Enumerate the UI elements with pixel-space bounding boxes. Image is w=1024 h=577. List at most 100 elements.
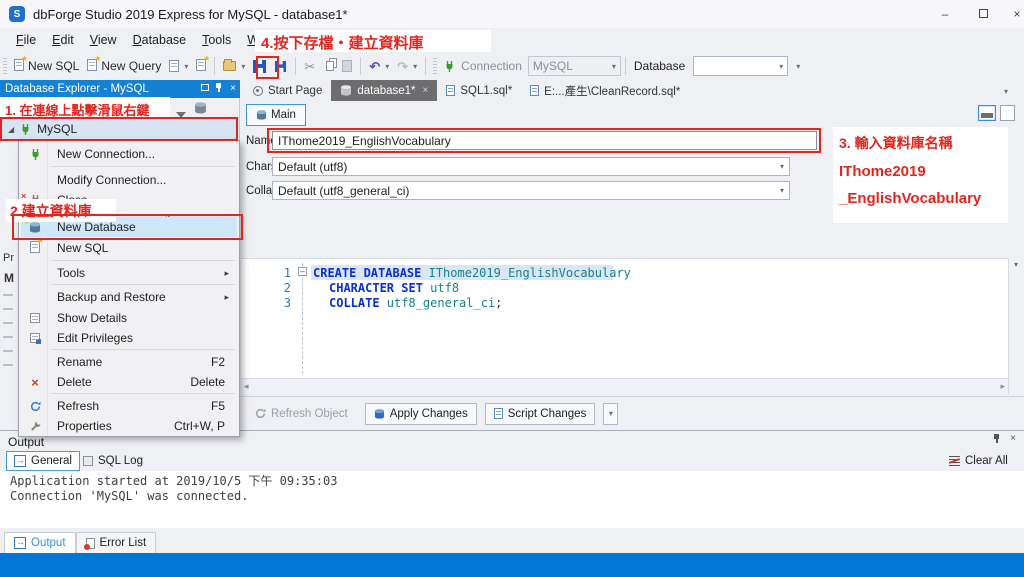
menu-file[interactable]: File [8, 30, 44, 50]
menu-item-delete[interactable]: × Delete Delete [21, 372, 237, 392]
menu-item-tools[interactable]: Tools ▸ [21, 263, 237, 283]
output-log[interactable]: Application started at 2019/10/5 下午 09:3… [0, 471, 1024, 528]
redo-icon: ↷ [397, 58, 409, 74]
scroll-left-icon[interactable]: ◂ [244, 381, 249, 392]
output-tab-sql-log[interactable]: SQL Log [76, 451, 150, 471]
sql-editor[interactable]: 1 2 3 – CREATE DATABASE IThome2019_Engli… [241, 258, 1008, 378]
vertical-scrollbar[interactable]: ▾ [1008, 258, 1024, 394]
explorer-pin-button[interactable] [212, 83, 226, 95]
menu-view[interactable]: View [82, 30, 125, 50]
annotation-step3-line2: IThome2019 [839, 163, 926, 180]
cut-button[interactable]: ✂ [300, 54, 319, 78]
tree-node-mysql[interactable]: ◢ MySQL [0, 119, 238, 139]
new-file-button[interactable]: ★ [192, 54, 210, 78]
menu-edit[interactable]: Edit [44, 30, 82, 50]
tab-sql1[interactable]: SQL1.sql* [437, 80, 521, 101]
save-all-button[interactable] [270, 54, 291, 78]
paste-button[interactable] [338, 54, 356, 78]
copy-button[interactable] [319, 54, 338, 78]
tab-close-icon[interactable]: × [423, 85, 429, 96]
connection-select[interactable]: MySQL ▾ [527, 56, 621, 76]
clear-all-button[interactable]: Clear All [942, 451, 1015, 471]
new-document-button[interactable]: ▾ [165, 54, 192, 78]
menu-item-backup-restore[interactable]: Backup and Restore ▸ [21, 287, 237, 307]
menu-item-modify-connection[interactable]: Modify Connection... [21, 170, 237, 190]
apply-changes-button[interactable]: Apply Changes [364, 402, 477, 425]
chevron-down-icon[interactable]: ▾ [184, 62, 188, 71]
toolbar-grip[interactable] [3, 58, 7, 74]
menu-item-new-sql[interactable]: ★ New SQL [21, 236, 237, 258]
explorer-title: Database Explorer - MySQL [5, 83, 149, 95]
tab-start-page[interactable]: Start Page [244, 80, 331, 101]
explorer-restore-button[interactable] [198, 83, 212, 94]
menu-separator [51, 349, 235, 350]
chevron-down-icon[interactable]: ▾ [413, 62, 417, 71]
menu-item-new-connection[interactable]: New Connection... [21, 144, 237, 164]
script-changes-dropdown[interactable]: ▾ [603, 402, 619, 425]
explorer-refresh-button[interactable] [194, 102, 207, 114]
save-button[interactable] [249, 54, 270, 78]
minimize-button[interactable]: – [930, 4, 960, 24]
chevron-down-icon: ▾ [779, 162, 784, 171]
menu-item-edit-privileges[interactable]: Edit Privileges [21, 328, 237, 348]
chevron-down-icon[interactable]: ▾ [385, 62, 389, 71]
maximize-button[interactable] [968, 4, 998, 24]
bottom-tab-output[interactable]: Output [4, 532, 76, 553]
charset-select[interactable]: Default (utf8) ▾ [272, 157, 790, 176]
connection-icon-wrap [440, 54, 459, 78]
menu-item-refresh[interactable]: Refresh F5 [21, 396, 237, 416]
output-pin-button[interactable] [990, 434, 1004, 446]
hidden-panel-fragment: Pr [3, 252, 14, 264]
tab-overflow-icon[interactable]: ▾ [1004, 87, 1008, 96]
explorer-close-button[interactable]: × [226, 83, 240, 94]
output-close-button[interactable]: × [1006, 433, 1020, 444]
tree-expand-icon[interactable]: ◢ [8, 125, 14, 134]
name-input[interactable]: IThome2019_EnglishVocabulary [272, 131, 817, 150]
main-view-tab[interactable]: Main [246, 104, 306, 126]
new-sql-button[interactable]: ★ New SQL [10, 54, 83, 78]
single-view-button[interactable] [1000, 105, 1015, 121]
toolbar-grip[interactable] [433, 58, 438, 74]
redo-button[interactable]: ↷ ▾ [393, 54, 421, 78]
start-page-icon [253, 85, 263, 96]
output-tab-general[interactable]: General [6, 451, 80, 471]
close-button[interactable]: × [1002, 4, 1024, 24]
menu-item-properties[interactable]: Properties Ctrl+W, P [21, 416, 237, 436]
chevron-down-icon[interactable]: ▾ [241, 62, 245, 71]
database-icon [256, 110, 267, 120]
shortcut-label: Ctrl+W, P [173, 419, 225, 433]
menu-item-rename[interactable]: Rename F2 [21, 352, 237, 372]
context-menu: New Connection... Modify Connection... ×… [18, 140, 240, 437]
menu-database[interactable]: Database [125, 30, 195, 50]
properties-wrench-icon [30, 420, 40, 430]
app-icon: S [9, 6, 25, 22]
split-view-button[interactable] [978, 105, 996, 121]
fold-collapse-icon[interactable]: – [298, 267, 307, 276]
horizontal-scrollbar[interactable]: ◂ ▸ [241, 378, 1008, 394]
refresh-object-button[interactable]: Refresh Object [246, 403, 357, 425]
database-icon [341, 85, 352, 96]
collation-select[interactable]: Default (utf8_general_ci) ▾ [272, 181, 790, 200]
toolbar-overflow-icon[interactable]: ▾ [796, 62, 800, 71]
connection-label: Connection [461, 59, 522, 73]
open-folder-icon [223, 59, 237, 71]
save-icon [253, 59, 267, 73]
bottom-tab-error-list[interactable]: Error List [75, 532, 157, 553]
menu-tools[interactable]: Tools [194, 30, 239, 50]
undo-button[interactable]: ↶ ▾ [365, 54, 393, 78]
open-file-button[interactable]: ▾ [219, 54, 249, 78]
splitter-icon[interactable]: ▾ [1014, 260, 1018, 269]
sql-file-icon [446, 85, 456, 96]
menu-item-show-details[interactable]: Show Details [21, 308, 237, 328]
new-query-button[interactable]: ★ New Query [83, 54, 165, 78]
maximize-icon [978, 9, 988, 18]
scroll-right-icon[interactable]: ▸ [1000, 381, 1005, 392]
pin-icon [215, 83, 223, 92]
script-changes-button[interactable]: Script Changes [484, 402, 596, 425]
menu-separator [51, 393, 235, 394]
menu-separator [51, 166, 235, 167]
database-select[interactable]: ▾ [693, 56, 789, 76]
tab-clean-record[interactable]: E:...產生\CleanRecord.sql* [521, 80, 689, 101]
tab-database1[interactable]: database1* × [331, 80, 438, 101]
window-title: dbForge Studio 2019 Express for MySQL - … [33, 6, 348, 22]
